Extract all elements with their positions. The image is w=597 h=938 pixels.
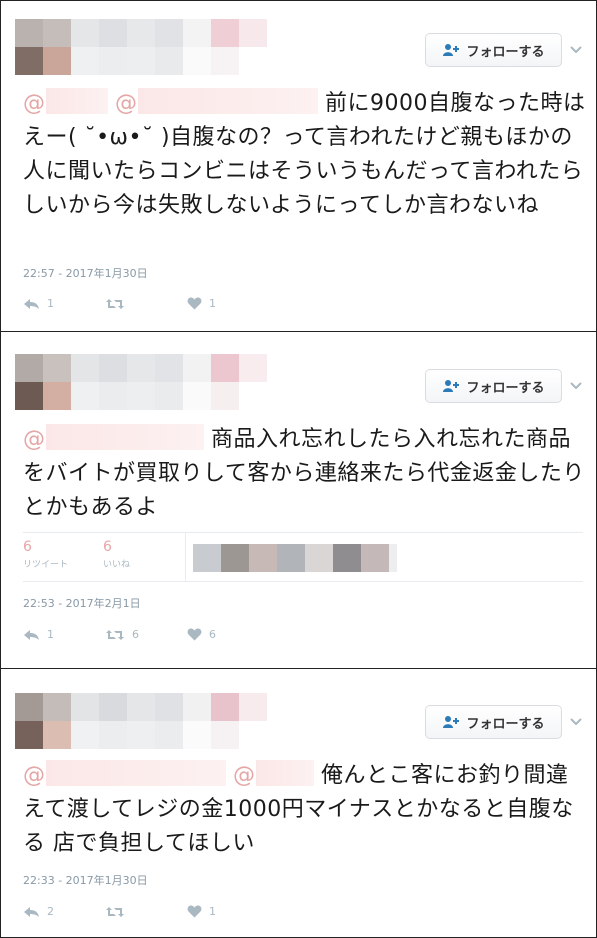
follow-button[interactable]: フォローする xyxy=(425,369,562,403)
retweet-icon xyxy=(106,906,124,917)
retweet-action[interactable]: 6 xyxy=(105,628,187,641)
mention-redacted xyxy=(137,88,318,114)
tweet-card: フォローする @ 商品入れ忘れしたら入れ忘れた商品をバイトが買取りして客から連絡… xyxy=(1,332,596,668)
like-action[interactable]: 1 xyxy=(187,905,216,918)
reply-count: 1 xyxy=(47,628,54,641)
like-stat-label: いいね xyxy=(103,560,131,570)
tweet-actions: 1 1 xyxy=(23,297,216,310)
tweet-text-line1: 俺んとこ客にお釣り xyxy=(321,763,524,788)
tweet-card: フォローする @ @ 前に9000自腹なった時は えー( ˘•ω•˘ )自腹なの… xyxy=(1,1,596,331)
retweet-icon xyxy=(106,298,124,309)
like-action[interactable]: 6 xyxy=(187,628,216,641)
mention-redacted xyxy=(45,424,204,450)
engagement-stats: 6 リツイート 6 いいね xyxy=(23,532,583,582)
avatar-pixelated xyxy=(15,354,267,410)
like-stat[interactable]: 6 いいね xyxy=(103,539,130,570)
mention-redacted xyxy=(45,88,108,114)
avatar-pixelated xyxy=(15,693,267,749)
tweet-text-line1: 商品入れ忘れしたら入れ忘れ xyxy=(211,427,504,452)
mention-at[interactable]: @ xyxy=(23,91,46,116)
tweet-card: フォローする @ @ 俺んとこ客にお釣り間違えて渡してレジの金1000円マイナス… xyxy=(1,669,596,937)
tweet-timestamp[interactable]: 22:57 - 2017年1月30日 xyxy=(23,265,148,281)
reply-icon xyxy=(24,906,39,917)
retweet-count: 6 xyxy=(132,628,139,641)
tweet-actions: 1 6 6 xyxy=(23,628,216,641)
retweet-stat[interactable]: 6 リツイート xyxy=(23,539,68,570)
reply-count: 2 xyxy=(47,905,54,918)
tweet-timestamp[interactable]: 22:33 - 2017年1月30日 xyxy=(23,872,148,888)
follow-person-plus-icon xyxy=(443,380,460,392)
heart-icon xyxy=(187,905,202,918)
reply-count: 1 xyxy=(47,297,54,310)
reply-icon xyxy=(24,629,39,640)
retweet-action[interactable] xyxy=(105,906,187,918)
follow-button[interactable]: フォローする xyxy=(425,33,562,67)
tweet-timestamp[interactable]: 22:53 - 2017年2月1日 xyxy=(23,595,141,611)
like-stat-count: 6 xyxy=(103,539,112,555)
tweet-text: @ @ 俺んとこ客にお釣り間違えて渡してレジの金1000円マイナスとかなると自腹… xyxy=(23,759,588,861)
avatar-pixelated xyxy=(15,19,267,75)
like-count: 1 xyxy=(209,297,216,310)
reply-action[interactable]: 1 xyxy=(23,628,105,641)
like-count: 6 xyxy=(209,628,216,641)
heart-icon xyxy=(187,628,202,641)
retweet-stat-count: 6 xyxy=(23,539,32,555)
retweet-action[interactable] xyxy=(105,298,187,310)
reply-action[interactable]: 1 xyxy=(23,297,105,310)
chevron-down-icon[interactable] xyxy=(569,43,583,57)
follow-person-plus-icon xyxy=(443,44,460,56)
mention-redacted xyxy=(255,760,314,786)
retweet-icon xyxy=(106,629,124,640)
follow-button-label: フォローする xyxy=(466,380,545,396)
mention-at[interactable]: @ xyxy=(23,427,46,452)
mention-at[interactable]: @ xyxy=(23,763,46,788)
follow-person-plus-icon xyxy=(443,716,460,728)
stats-divider xyxy=(185,533,186,581)
mention-at[interactable]: @ xyxy=(233,763,256,788)
tweet-screenshot-collage: フォローする @ @ 前に9000自腹なった時は えー( ˘•ω•˘ )自腹なの… xyxy=(0,0,597,938)
reply-action[interactable]: 2 xyxy=(23,905,105,918)
chevron-down-icon[interactable] xyxy=(569,379,583,393)
mention-redacted xyxy=(45,760,226,786)
mention-at[interactable]: @ xyxy=(115,91,138,116)
heart-icon xyxy=(187,297,202,310)
chevron-down-icon[interactable] xyxy=(569,715,583,729)
reply-icon xyxy=(24,298,39,309)
tweet-text: @ @ 前に9000自腹なった時は えー( ˘•ω•˘ )自腹なの？って言われた… xyxy=(23,87,588,223)
retweet-stat-label: リツイート xyxy=(23,560,69,570)
follow-button-label: フォローする xyxy=(466,44,545,60)
liker-avatars-pixelated xyxy=(193,544,397,572)
tweet-text-line1: 前に9000自腹なった xyxy=(325,91,541,116)
like-count: 1 xyxy=(209,905,216,918)
like-action[interactable]: 1 xyxy=(187,297,216,310)
tweet-actions: 2 1 xyxy=(23,905,216,918)
follow-button[interactable]: フォローする xyxy=(425,705,562,739)
tweet-text: @ 商品入れ忘れしたら入れ忘れた商品をバイトが買取りして客から連絡来たら代金返金… xyxy=(23,423,588,525)
follow-button-label: フォローする xyxy=(466,716,545,732)
